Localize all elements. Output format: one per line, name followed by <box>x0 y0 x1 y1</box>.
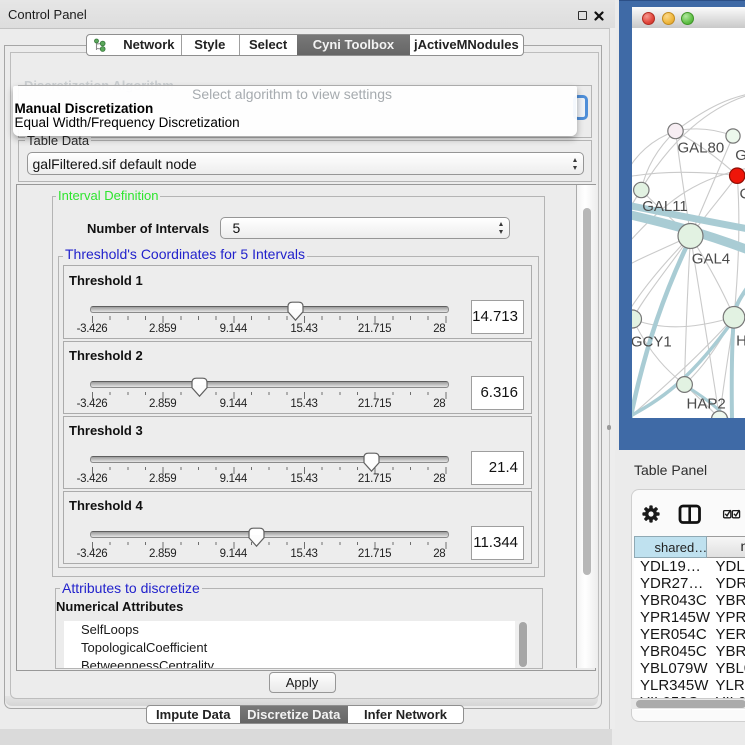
svg-text:HAP2: HAP2 <box>686 396 725 413</box>
svg-text:C: C <box>739 186 745 203</box>
svg-text:GAL80: GAL80 <box>677 140 724 157</box>
svg-text:GAL4: GAL4 <box>691 251 729 268</box>
svg-text:GCY1: GCY1 <box>632 334 672 351</box>
svg-text:GAL11: GAL11 <box>642 198 688 215</box>
svg-text:GA: GA <box>735 147 745 164</box>
svg-text:H: H <box>736 333 745 350</box>
